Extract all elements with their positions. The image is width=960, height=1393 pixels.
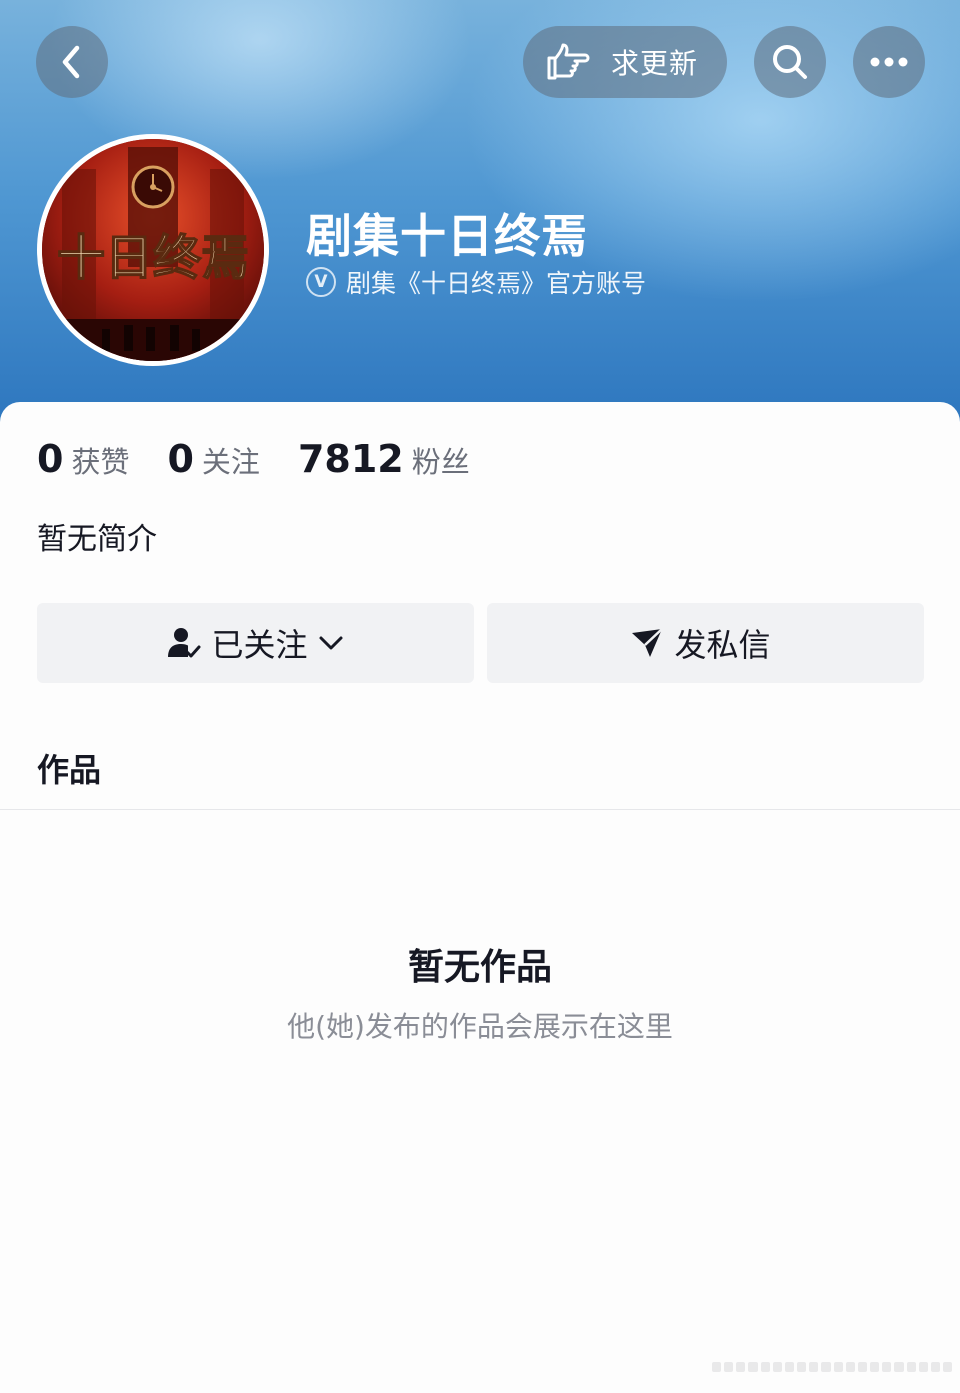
verified-row: V 剧集《十日终焉》官方账号 [306,264,646,300]
more-button[interactable] [853,26,925,98]
stat-likes[interactable]: 0 获赞 [37,437,129,481]
pointing-hand-icon [547,43,590,80]
send-message-button[interactable]: 发私信 [487,603,924,683]
likes-count: 0 [37,437,64,481]
back-button[interactable] [36,26,108,98]
user-check-icon [168,628,201,658]
stat-following[interactable]: 0 关注 [167,437,259,481]
likes-label: 获赞 [71,445,130,479]
tab-divider [0,809,960,810]
verified-badge-icon: V [306,267,336,297]
profile-name: 剧集十日终焉 [306,209,588,263]
following-label: 关注 [201,445,260,479]
empty-state-title: 暂无作品 [407,947,552,988]
following-count: 0 [167,437,194,481]
stat-followers[interactable]: 7812 粉丝 [298,437,470,481]
back-icon [62,45,80,79]
avatar-title-text: 十日终焉 [57,230,249,286]
watermark [712,1362,953,1372]
chevron-down-icon [319,636,342,650]
followed-button[interactable]: 已关注 [37,603,474,683]
verified-text: 剧集《十日终焉》官方账号 [346,269,647,298]
request-update-label: 求更新 [611,47,699,80]
bio-text: 暂无简介 [37,522,157,557]
request-update-button[interactable]: 求更新 [523,26,727,98]
send-plane-icon [632,628,664,657]
tab-works[interactable]: 作品 [37,745,101,791]
search-icon [773,45,807,79]
followed-label: 已关注 [211,626,308,664]
search-button[interactable] [754,26,826,98]
followers-label: 粉丝 [411,445,470,479]
followers-count: 7812 [297,437,404,481]
send-message-label: 发私信 [674,626,771,664]
avatar-poster-image: 十日终焉 [42,139,264,361]
empty-state-subtitle: 他(她)发布的作品会展示在这里 [287,1010,673,1043]
avatar[interactable]: 十日终焉 [37,134,269,366]
more-icon [870,57,908,67]
stats-row: 0 获赞 0 关注 7812 粉丝 [37,437,508,481]
